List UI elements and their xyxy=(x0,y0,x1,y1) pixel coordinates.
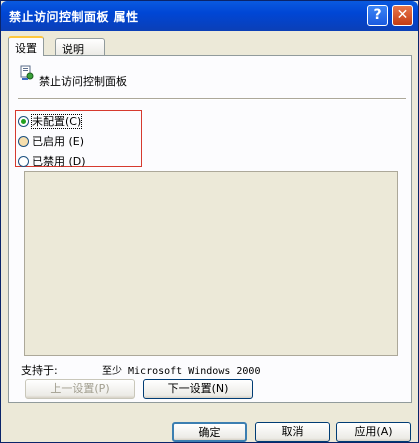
next-setting-button[interactable]: 下一设置(N) xyxy=(143,379,253,399)
title-bar[interactable]: 禁止访问控制面板 属性 ? ✕ xyxy=(1,1,418,31)
tab-settings[interactable]: 设置 xyxy=(8,36,44,56)
tab-explain[interactable]: 说明 xyxy=(55,38,105,56)
policy-icon xyxy=(20,65,34,80)
help-button[interactable]: ? xyxy=(367,5,388,26)
radio-enabled[interactable] xyxy=(18,136,29,147)
ok-button[interactable]: 确定 xyxy=(172,422,247,442)
policy-name: 禁止访问控制面板 xyxy=(39,75,127,88)
radio-not-configured[interactable] xyxy=(18,116,29,127)
separator xyxy=(18,98,406,100)
settings-panel: 禁止访问控制面板 未配置(C) 已启用 (E) 已禁用 (D) 支持于: 至少 … xyxy=(8,55,412,403)
description-area xyxy=(24,171,398,356)
window-title: 禁止访问控制面板 属性 xyxy=(9,10,139,24)
option-not-configured-label: 未配置(C) xyxy=(30,114,83,129)
supported-on-label: 支持于: xyxy=(21,364,58,377)
previous-setting-button[interactable]: 上一设置(P) xyxy=(25,379,135,399)
apply-button[interactable]: 应用(A) xyxy=(336,422,411,442)
option-enabled-label: 已启用 (E) xyxy=(32,135,85,148)
option-enabled[interactable]: 已启用 (E) xyxy=(18,133,84,149)
radio-disabled[interactable] xyxy=(18,156,29,167)
properties-dialog: 禁止访问控制面板 属性 ? ✕ 设置 说明 禁止访问控制面板 未配置(C) 已启… xyxy=(0,0,419,443)
close-button[interactable]: ✕ xyxy=(392,5,413,26)
supported-on-value: 至少 Microsoft Windows 2000 xyxy=(102,366,261,377)
option-not-configured[interactable]: 未配置(C) xyxy=(18,113,83,129)
option-disabled[interactable]: 已禁用 (D) xyxy=(18,153,86,169)
cancel-button[interactable]: 取消 xyxy=(255,422,330,442)
option-disabled-label: 已禁用 (D) xyxy=(32,155,86,168)
